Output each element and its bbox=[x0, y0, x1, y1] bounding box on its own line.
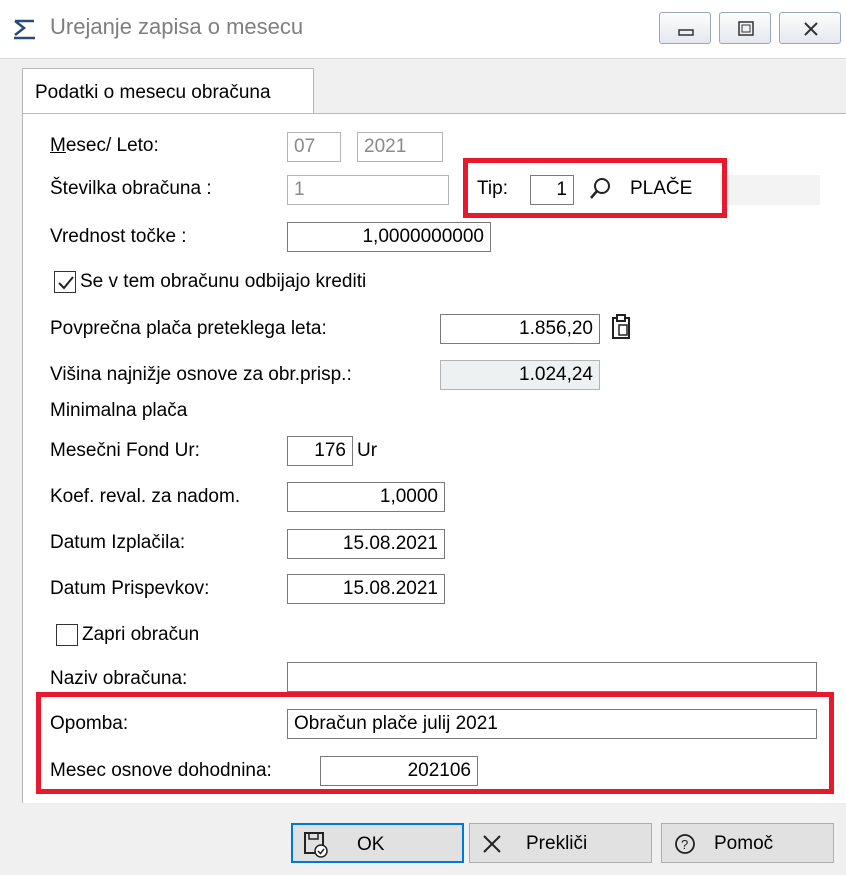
tip-field-extension bbox=[720, 175, 820, 205]
month-input[interactable]: 07 bbox=[287, 132, 341, 162]
tab-podatki[interactable]: Podatki o mesecu obračuna bbox=[22, 68, 314, 114]
izplacila-label: Datum Izplačila: bbox=[50, 532, 186, 553]
checkmark-icon bbox=[58, 276, 74, 290]
vrednost-input[interactable]: 1,0000000000 bbox=[287, 222, 491, 252]
help-button[interactable]: ? Pomoč bbox=[661, 823, 834, 863]
fond-input[interactable]: 176 bbox=[287, 436, 353, 466]
stevilka-input[interactable]: 1 bbox=[287, 175, 449, 205]
minimize-button[interactable] bbox=[659, 12, 711, 44]
izplacila-input[interactable]: 15.08.2021 bbox=[287, 529, 445, 559]
koef-label: Koef. reval. za nadom. bbox=[50, 486, 241, 507]
zapri-label: Zapri obračun bbox=[82, 624, 200, 645]
fond-unit: Ur bbox=[357, 440, 378, 461]
window-title: Urejanje zapisa o mesecu bbox=[50, 14, 304, 39]
tip-highlight-box bbox=[463, 158, 727, 218]
year-input[interactable]: 2021 bbox=[357, 132, 443, 162]
help-label: Pomoč bbox=[714, 833, 774, 854]
restore-icon bbox=[738, 21, 754, 36]
minimalna-label: Minimalna plača bbox=[50, 400, 188, 421]
minimize-icon bbox=[678, 29, 694, 36]
help-icon: ? bbox=[675, 834, 695, 854]
prispevkov-input[interactable]: 15.08.2021 bbox=[287, 574, 445, 604]
svg-text:?: ? bbox=[681, 837, 688, 852]
fond-label: Mesečni Fond Ur: bbox=[50, 440, 200, 461]
koef-input[interactable]: 1,0000 bbox=[287, 482, 445, 512]
ok-button[interactable]: OK bbox=[291, 823, 464, 863]
restore-button[interactable] bbox=[719, 12, 771, 44]
opomba-highlight-box bbox=[36, 692, 834, 794]
visina-input: 1.024,24 bbox=[440, 360, 600, 390]
naziv-input[interactable] bbox=[287, 662, 817, 692]
krediti-checkbox[interactable] bbox=[54, 271, 76, 293]
povprecna-label: Povprečna plača preteklega leta: bbox=[50, 318, 327, 339]
close-button[interactable] bbox=[779, 12, 841, 44]
close-icon bbox=[483, 835, 501, 853]
vrednost-label: Vrednost točke : bbox=[50, 226, 187, 247]
mesec-leto-label: Mesec/ Leto: bbox=[50, 135, 159, 156]
povprecna-input[interactable]: 1.856,20 bbox=[440, 314, 600, 344]
visina-label: Višina najnižje osnove za obr.prisp.: bbox=[50, 364, 352, 385]
zapri-checkbox[interactable] bbox=[56, 624, 78, 646]
stevilka-label: Številka obračuna : bbox=[50, 178, 212, 199]
krediti-label: Se v tem obračunu odbijajo krediti bbox=[80, 271, 367, 292]
ok-label: OK bbox=[357, 834, 385, 855]
cancel-button[interactable]: Prekliči bbox=[469, 823, 652, 863]
naziv-label: Naziv obračuna: bbox=[50, 668, 188, 689]
clipboard-icon[interactable] bbox=[609, 313, 633, 341]
close-icon bbox=[804, 22, 818, 36]
prispevkov-label: Datum Prispevkov: bbox=[50, 578, 210, 599]
sum-edit-icon bbox=[14, 19, 35, 40]
dialog-window: Urejanje zapisa o mesecu Podatki o mesec… bbox=[0, 0, 846, 875]
save-icon bbox=[304, 832, 328, 858]
cancel-label: Prekliči bbox=[526, 833, 588, 854]
title-bar: Urejanje zapisa o mesecu bbox=[0, 0, 846, 59]
